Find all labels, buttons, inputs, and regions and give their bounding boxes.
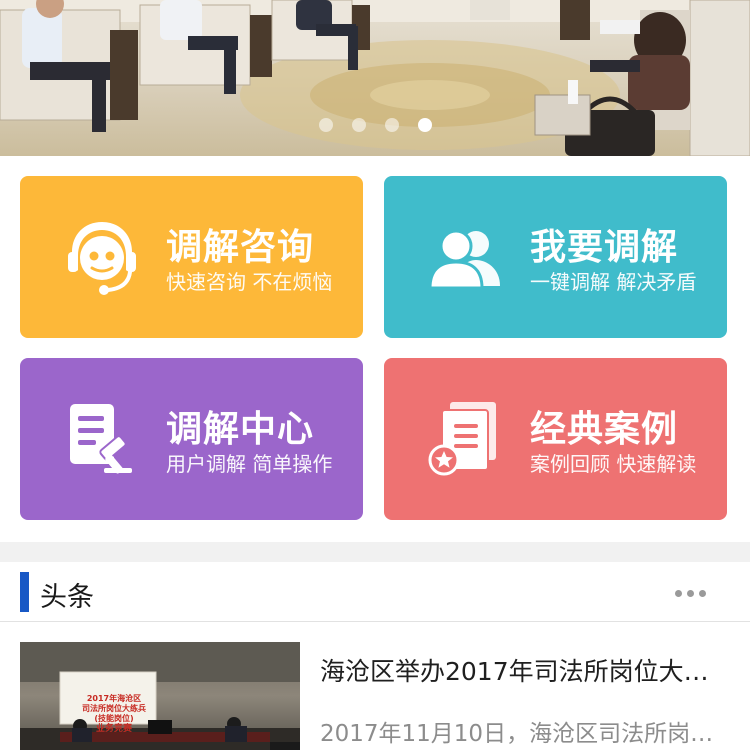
- news-list-item[interactable]: 2017年海沧区 司法所岗位大练兵 (技能岗位) 业务竞赛 海沧区举办2017年…: [0, 622, 750, 750]
- more-dots-icon[interactable]: [675, 590, 706, 597]
- section-accent-bar: [20, 572, 29, 612]
- news-title: 海沧区举办2017年司法所岗位大…: [320, 657, 709, 686]
- headset-service-icon: [68, 222, 136, 295]
- screen-line: 司法所岗位大练兵 (技能岗位): [82, 704, 146, 723]
- tile-subtitle: 用户调解 简单操作: [166, 452, 333, 476]
- document-gavel-icon: [70, 404, 132, 474]
- tile-title: 调解咨询: [166, 227, 315, 268]
- carousel-dot[interactable]: [318, 118, 333, 132]
- banner-carousel[interactable]: [0, 0, 750, 156]
- dot: [699, 590, 706, 597]
- mediation-center-tile[interactable]: 调解中心 用户调解 简单操作: [20, 358, 363, 520]
- dot: [675, 590, 682, 597]
- tile-title: 调解中心: [166, 409, 315, 450]
- carousel-indicators: [0, 118, 750, 132]
- section-header: 头条: [0, 562, 750, 622]
- dot: [687, 590, 694, 597]
- banner-photo: [0, 0, 750, 156]
- tile-title: 经典案例: [530, 409, 679, 450]
- screen-line: 2017年海沧区: [86, 694, 142, 703]
- headline-news-section: 头条 2017年海沧区 司法所岗位大练兵 (技能岗位) 业务竞赛 海沧区举办20…: [0, 562, 750, 750]
- carousel-dot-active[interactable]: [417, 118, 432, 132]
- carousel-dot[interactable]: [384, 118, 399, 132]
- two-users-icon: [428, 229, 500, 290]
- tile-subtitle: 一键调解 解决矛盾: [530, 270, 697, 294]
- carousel-dot[interactable]: [351, 118, 366, 132]
- classic-cases-tile[interactable]: 经典案例 案例回顾 快速解读: [384, 358, 727, 520]
- screen-line: 业务竞赛: [95, 724, 132, 734]
- request-mediation-tile[interactable]: 我要调解 一键调解 解决矛盾: [384, 176, 727, 338]
- case-book-star-icon: [428, 402, 496, 476]
- tile-subtitle: 快速咨询 不在烦恼: [166, 270, 333, 294]
- news-thumbnail: 2017年海沧区 司法所岗位大练兵 (技能岗位) 业务竞赛: [20, 642, 300, 750]
- thumbnail-photo: [20, 642, 300, 750]
- tile-subtitle: 案例回顾 快速解读: [530, 452, 697, 476]
- mediation-consult-tile[interactable]: 调解咨询 快速咨询 不在烦恼: [20, 176, 363, 338]
- feature-grid: 调解咨询 快速咨询 不在烦恼 我要调解 一键调解 解决矛盾 调解中心 用户调解 …: [0, 156, 750, 542]
- tile-title: 我要调解: [530, 227, 679, 268]
- section-title: 头条: [40, 582, 94, 613]
- news-summary: 2017年11月10日，海沧区司法所岗…: [320, 721, 714, 747]
- thumbnail-screen-text: 2017年海沧区 司法所岗位大练兵 (技能岗位) 业务竞赛: [76, 694, 152, 734]
